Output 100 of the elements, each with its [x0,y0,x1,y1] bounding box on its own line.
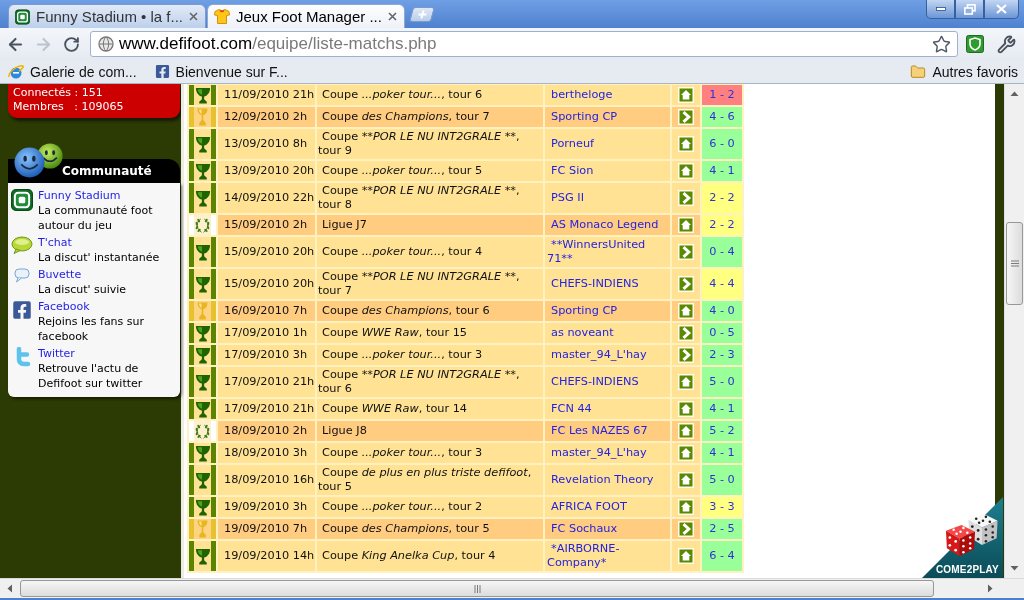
chevron-icon [678,244,694,260]
house-icon [678,548,694,564]
star-icon[interactable] [932,34,951,54]
bookmark-item[interactable]: Galerie de com... [8,63,137,80]
team-link[interactable]: as noveant [547,326,668,340]
house-icon [678,401,694,417]
trophy-icon [194,275,211,293]
close-button[interactable] [984,0,1019,19]
competition-cell: Coupe King Anelka Cup, tour 4 [317,541,543,571]
score-cell: 0 - 4 [702,237,742,267]
team-link[interactable]: bertheloge [547,88,668,102]
house-icon [678,472,694,488]
competition-cell: Coupe ...poker tour..., tour 2 [317,497,543,517]
date-cell: 13/09/2010 20h [218,161,315,181]
house-icon [678,499,694,515]
score-cell: 6 - 4 [702,541,742,571]
competition-cell: Coupe des Champions, tour 6 [317,301,543,321]
address-text: www.defifoot.com/equipe/liste-matchs.php [119,34,437,54]
die-icon [944,523,977,558]
team-link[interactable]: FC Les NAZES 67 [547,424,668,438]
link-description: Retrouve l'actu de Defifoot sur twitter [38,361,144,391]
shirt-icon [214,9,230,24]
competition-cell: Coupe WWE Raw, tour 15 [317,323,543,343]
team-link[interactable]: AS Monaco Legend [547,218,668,232]
site-logo-icon [15,8,30,25]
trophy-icon [194,373,211,391]
facebook-icon [12,300,32,320]
address-field[interactable]: www.defifoot.com/equipe/liste-matchs.php [90,31,958,57]
restore-button[interactable] [955,0,984,19]
score-cell: 4 - 1 [702,443,742,463]
team-link[interactable]: AFRICA FOOT [547,500,668,514]
score-cell: 5 - 0 [702,367,742,397]
globe-icon [98,36,114,52]
plus-icon [416,10,428,19]
community-link[interactable]: Buvette [38,267,82,282]
score-cell: 6 - 0 [702,129,742,159]
team-link[interactable]: CHEFS-INDIENS [547,375,668,389]
browser-tab[interactable]: Jeux Foot Manager ... [207,4,405,28]
bookmark-item[interactable]: Bienvenue sur F... [154,63,288,80]
link-description: Rejoins les fans sur facebook [38,314,146,344]
scrollbar-thumb[interactable] [20,580,934,597]
community-link[interactable]: T'chat [38,235,72,250]
score-cell: 0 - 5 [702,323,742,343]
reload-icon [62,35,80,53]
bookmark-folder[interactable]: Autres favoris [910,63,1018,80]
minimize-icon [935,7,946,11]
score-cell: 4 - 1 [702,399,742,419]
community-link[interactable]: Funny Stadium [38,188,121,203]
competition-cell: Coupe ...poker tour..., tour 6 [317,85,543,105]
trophy-icon [194,162,211,180]
close-icon[interactable] [388,12,397,21]
date-cell: 12/09/2010 2h [218,107,315,127]
date-cell: 19/09/2010 3h [218,497,315,517]
team-link[interactable]: Sporting CP [547,304,668,318]
community-link[interactable]: Twitter [38,346,75,361]
team-link[interactable]: Sporting CP [547,110,668,124]
chevron-icon [678,276,694,292]
site-logo-icon [11,189,33,211]
team-link[interactable]: PSG II [547,191,668,205]
team-link[interactable]: FC Sochaux [547,522,668,536]
restore-icon [963,3,976,15]
browser-tab[interactable]: Funny Stadium • la f... [8,4,206,28]
team-link[interactable]: Porneuf [547,137,668,151]
score-cell: 2 - 2 [702,215,742,235]
date-cell: 13/09/2010 8h [218,129,315,159]
competition-cell: Coupe de plus en plus triste defifoot, tour 5 [317,465,543,495]
new-tab-button[interactable] [409,7,435,22]
house-icon [678,217,694,233]
chevron-icon [678,325,694,341]
team-link[interactable]: *AIRBORNE-Company* [547,542,668,570]
team-link[interactable]: FC Sion [547,164,668,178]
minimize-button[interactable] [926,0,955,19]
scrollbar-thumb[interactable] [1006,222,1023,305]
trophy-icon [194,86,211,104]
close-icon [996,4,1007,14]
speech-bubble-icon [11,236,33,254]
laurel-icon [194,216,211,234]
community-link[interactable]: Facebook [38,299,90,314]
competition-cell: Coupe des Champions, tour 5 [317,519,543,539]
team-link[interactable]: FCN 44 [547,402,668,416]
date-cell: 19/09/2010 14h [218,541,315,571]
chevron-icon [678,109,694,125]
team-link[interactable]: Revelation Theory [547,473,668,487]
score-cell: 4 - 1 [702,161,742,181]
trophy-icon [197,108,208,126]
chevron-icon [678,190,694,206]
team-link[interactable]: CHEFS-INDIENS [547,277,668,291]
team-link[interactable]: master_94_L'hay [547,348,668,362]
competition-cell: Coupe **POR LE NU INT2GRALE **, tour 7 [317,269,543,299]
team-link[interactable]: master_94_L'hay [547,446,668,460]
trophy-icon [194,444,211,462]
trophy-icon [194,547,211,565]
speech-bubble-icon [14,268,30,283]
house-icon [678,87,694,103]
close-icon[interactable] [189,12,198,21]
team-link[interactable]: **WinnersUnited 71** [547,238,668,266]
score-cell: 4 - 4 [702,269,742,299]
trophy-icon [197,520,208,538]
score-cell: 5 - 0 [702,465,742,495]
competition-cell: Coupe **POR LE NU INT2GRALE **, tour 8 [317,183,543,213]
